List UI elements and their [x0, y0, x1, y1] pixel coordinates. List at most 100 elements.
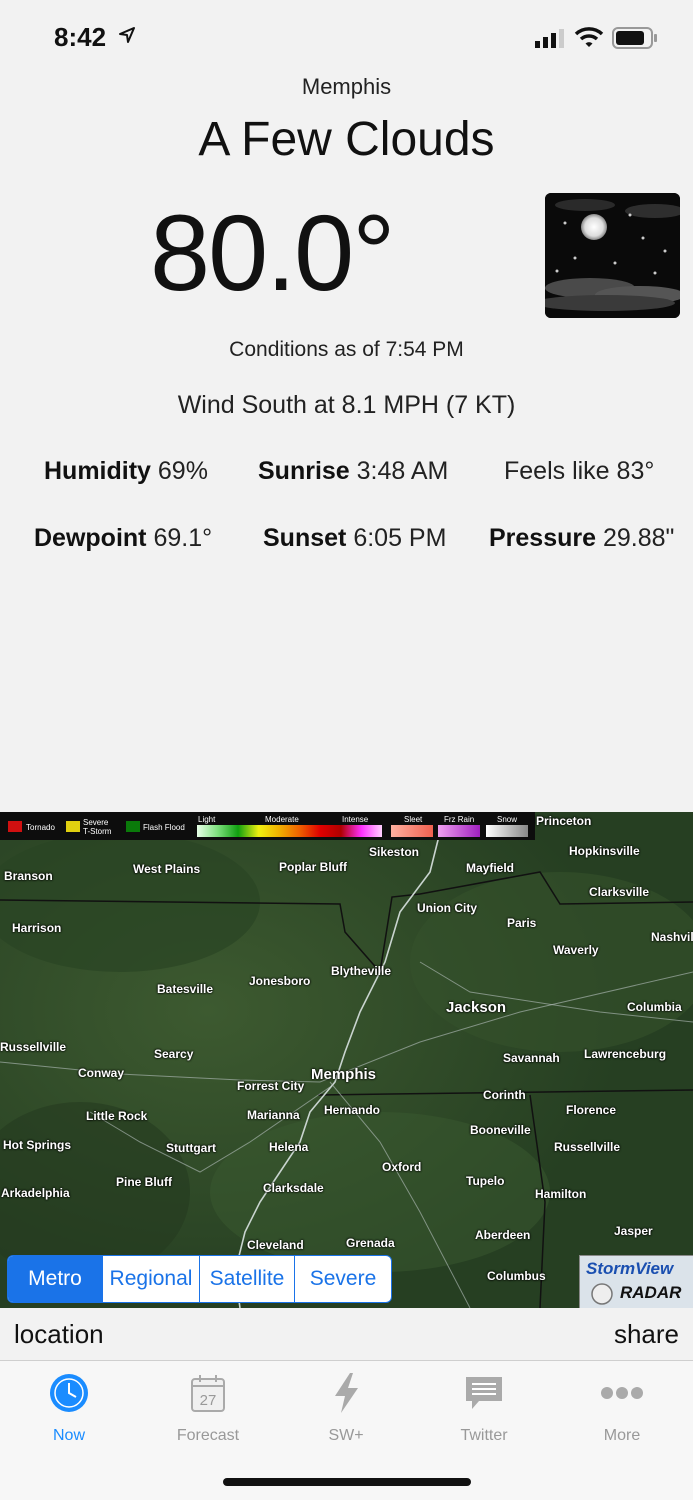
place-label: Hot Springs: [3, 1138, 71, 1152]
segment-metro[interactable]: Metro: [8, 1256, 103, 1302]
segment-severe[interactable]: Severe: [295, 1256, 391, 1302]
humidity-stat: Humidity 69%: [44, 457, 208, 486]
home-indicator[interactable]: [223, 1478, 471, 1486]
tab-forecast-label: Forecast: [176, 1427, 240, 1444]
segment-satellite[interactable]: Satellite: [200, 1256, 295, 1302]
place-label: Lawrenceburg: [584, 1047, 667, 1061]
place-label: Hamilton: [535, 1187, 587, 1201]
place-label: Nashvil: [651, 930, 693, 944]
location-button[interactable]: location: [14, 1319, 104, 1350]
place-label: Hernando: [324, 1103, 381, 1117]
sunrise-stat: Sunrise 3:48 AM: [258, 457, 448, 486]
dewpoint-stat: Dewpoint 69.1°: [34, 524, 212, 553]
temperature: 80.0°: [150, 192, 395, 313]
more-dots-icon: [567, 1371, 677, 1415]
humidity-label: Humidity: [44, 457, 151, 485]
place-label: Oxford: [382, 1160, 422, 1174]
place-label: Poplar Bluff: [279, 860, 347, 874]
wifi-icon: [574, 27, 604, 47]
location-arrow-icon: [119, 27, 135, 43]
place-label: Hopkinsville: [569, 844, 640, 858]
place-label: Forrest City: [237, 1079, 305, 1093]
place-label: Memphis: [311, 1066, 377, 1083]
sleet-scale: [391, 825, 433, 837]
place-label: Tupelo: [466, 1174, 505, 1188]
place-label: Savannah: [503, 1051, 560, 1065]
sunset-label: Sunset: [263, 524, 347, 552]
tab-sw-plus[interactable]: SW+: [291, 1371, 401, 1445]
severe-swatch: [66, 821, 80, 832]
conditions-as-of: Conditions as of 7:54 PM: [229, 338, 464, 361]
place-label: Clarksdale: [263, 1181, 324, 1195]
place-label: Princeton: [536, 814, 592, 828]
legend-severe: Severe: [83, 818, 109, 827]
radar-legend: Tornado Severe T-Storm Flash Flood Light…: [0, 812, 535, 840]
dewpoint-label: Dewpoint: [34, 524, 147, 552]
place-label: Grenada: [346, 1236, 395, 1250]
place-label: Jackson: [446, 999, 507, 1016]
place-label: Waverly: [553, 943, 599, 957]
snow-scale: [486, 825, 528, 837]
tab-forecast[interactable]: 27 Forecast: [153, 1371, 263, 1445]
place-label: Little Rock: [86, 1109, 148, 1123]
wind-text: Wind South at 8.1 MPH (7 KT): [177, 391, 516, 419]
tab-now[interactable]: Now: [14, 1371, 124, 1445]
place-label: Stuttgart: [166, 1141, 216, 1155]
calendar-day-text: 27: [200, 1392, 217, 1409]
legend-tstorm: T-Storm: [83, 827, 112, 836]
dewpoint-value: 69.1°: [153, 524, 213, 552]
share-button[interactable]: share: [614, 1319, 679, 1350]
place-label: Conway: [78, 1066, 125, 1080]
place-label: Batesville: [157, 982, 214, 996]
pressure-stat: Pressure 29.88": [489, 524, 674, 553]
tab-twitter[interactable]: Twitter: [429, 1371, 539, 1445]
sunset-value: 6:05 PM: [353, 524, 447, 552]
place-label: Pine Bluff: [116, 1175, 172, 1189]
city-name: Memphis: [301, 74, 392, 99]
place-label: Marianna: [247, 1108, 300, 1122]
map-actions-bar: location share: [0, 1308, 693, 1361]
tab-now-label: Now: [52, 1427, 85, 1444]
legend-moderate: Moderate: [265, 815, 299, 824]
place-label: Paris: [507, 916, 537, 930]
legend-light: Light: [198, 815, 216, 824]
lightning-icon: [291, 1371, 401, 1415]
flash-flood-swatch: [126, 821, 140, 832]
place-label: Florence: [566, 1103, 617, 1117]
place-label: Jasper: [614, 1224, 653, 1238]
place-label: Columbus: [487, 1269, 546, 1283]
place-label: Mayfield: [466, 861, 515, 875]
segment-regional[interactable]: Regional: [103, 1256, 200, 1302]
sunrise-label: Sunrise: [258, 457, 350, 485]
pressure-value: 29.88": [602, 524, 675, 552]
sunset-stat: Sunset 6:05 PM: [263, 524, 446, 553]
place-label: Russellville: [0, 1040, 67, 1054]
map-view-segmented-control[interactable]: Metro Regional Satellite Severe: [7, 1255, 392, 1303]
feels-like-stat: Feels like 83°: [504, 457, 655, 485]
place-label: Branson: [4, 869, 53, 883]
tab-twitter-label: Twitter: [460, 1427, 508, 1444]
condition-text: A Few Clouds: [198, 113, 495, 166]
stormview-radar-text: RADAR: [620, 1283, 682, 1302]
legend-snow: Snow: [497, 815, 518, 824]
place-label: Blytheville: [331, 964, 392, 978]
place-label: Aberdeen: [475, 1228, 531, 1242]
place-label: Russellville: [554, 1140, 621, 1154]
night-few-clouds-icon: [545, 193, 680, 318]
battery-icon: [612, 27, 657, 49]
place-label: Booneville: [470, 1123, 531, 1137]
tab-more-label: More: [603, 1427, 641, 1444]
tornado-swatch: [8, 821, 22, 832]
place-label: Arkadelphia: [1, 1186, 70, 1200]
place-label: Corinth: [483, 1088, 526, 1102]
frz-rain-scale: [438, 825, 480, 837]
tab-more[interactable]: More: [567, 1371, 677, 1445]
sunrise-value: 3:48 AM: [356, 457, 449, 485]
place-label: Searcy: [154, 1047, 194, 1061]
place-label: Clarksville: [589, 885, 650, 899]
stormview-radar-logo: StormView RADAR: [579, 1255, 693, 1308]
radar-map[interactable]: Tornado Severe T-Storm Flash Flood Light…: [0, 812, 693, 1308]
status-time: 8:42: [54, 22, 107, 52]
clock-icon: [14, 1371, 124, 1415]
chat-bubble-icon: [429, 1371, 539, 1415]
